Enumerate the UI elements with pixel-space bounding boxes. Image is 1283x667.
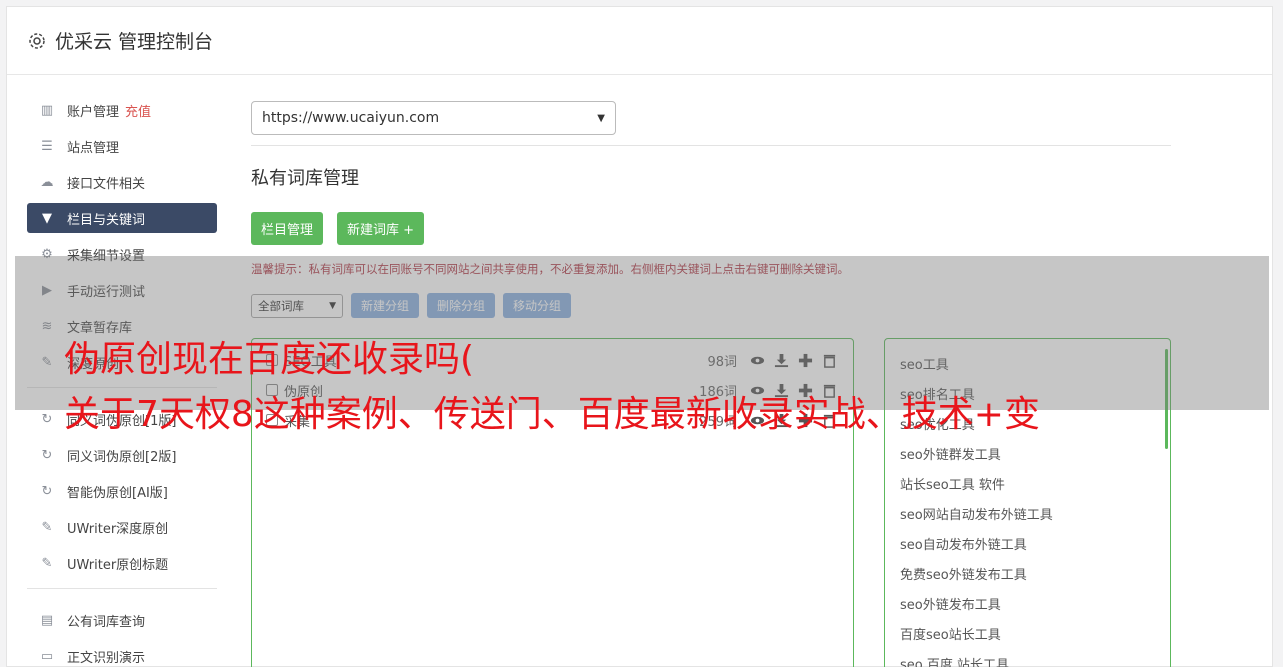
overlay-title-line2: 关于7天权8这种案例、传送门、百度最新收录实战、技术+变 [64,394,1040,435]
sidebar-item-uwriter-title[interactable]: ✎ UWriter原创标题 [27,548,217,578]
section-title: 私有词库管理 [251,168,359,189]
edit-icon: ✎ [41,555,53,571]
filter-icon: ▼ [42,210,52,226]
refresh-icon: ↻ [41,483,53,499]
gear-icon [29,32,45,49]
site-select-value: https://www.ucaiyun.com [262,110,440,126]
sidebar-item-columns-keywords[interactable]: ▼ 栏目与关键词 [27,203,217,233]
sidebar-item-sites[interactable]: ☰ 站点管理 [27,131,217,161]
columns-button[interactable]: 栏目管理 [251,212,324,245]
page-title: 优采云 管理控制台 [55,31,214,53]
sidebar-item-label: 站点管理 [67,140,120,156]
list-item[interactable]: seo外链发布工具 [885,588,1170,618]
sidebar-item-uwriter-deep[interactable]: ✎ UWriter深度原创 [27,512,217,542]
sidebar-item-label: 正文识别演示 [67,650,146,666]
sidebar-item-label: 公有词库查询 [67,614,146,630]
list-item[interactable]: 百度seo站长工具 [885,618,1170,648]
sidebar-item-label: 栏目与关键词 [67,212,146,228]
list-item[interactable]: seo自动发布外链工具 [885,528,1170,558]
sidebar-item-label: 同义词伪原创[2版] [67,449,177,465]
new-library-button[interactable]: 新建词库 + [337,212,425,245]
book-icon: ▤ [40,612,54,628]
sidebar-item-account[interactable]: ▥ 账户管理 充值 [27,95,217,125]
overlay-title: 伪原创现在百度还收录吗( 关于7天权8这种案例、传送门、百度最新收录实战、技术+… [64,332,1224,442]
list-item[interactable]: seo网站自动发布外链工具 [885,498,1170,528]
divider [251,145,1171,146]
sidebar-item-label: UWriter深度原创 [67,521,169,537]
edit-icon: ✎ [41,519,53,535]
list-item[interactable]: seo 百度 站长工具 [885,648,1170,667]
button-row: 栏目管理 新建词库 + [251,212,1171,245]
list-item[interactable]: 站长seo工具 软件 [885,468,1170,498]
header: 优采云 管理控制台 [7,7,1272,75]
sidebar-item-synonym-v2[interactable]: ↻ 同义词伪原创[2版] [27,440,217,470]
monitor-icon: ▭ [40,648,54,664]
server-icon: ☰ [41,138,53,154]
sidebar-item-label: UWriter原创标题 [67,557,169,573]
list-item[interactable]: seo外链群发工具 [885,438,1170,468]
overlay-title-line1: 伪原创现在百度还收录吗( [64,339,475,380]
sidebar-divider [27,588,217,589]
cloud-upload-icon: ☁ [40,174,54,190]
sidebar-item-label: 接口文件相关 [67,176,146,192]
list-item[interactable]: 免费seo外链发布工具 [885,558,1170,588]
bar-chart-icon: ▥ [40,102,54,118]
sidebar-item-public-lib[interactable]: ▤ 公有词库查询 [27,605,217,635]
refresh-icon: ↻ [41,447,53,463]
recharge-link[interactable]: 充值 [125,101,151,120]
chevron-down-icon: ▼ [597,112,605,124]
sidebar-item-ai-rewrite[interactable]: ↻ 智能伪原创[AI版] [27,476,217,506]
sidebar-item-text-recognition[interactable]: ▭ 正文识别演示 [27,641,217,667]
refresh-icon: ↻ [41,411,53,427]
sidebar-item-label: 智能伪原创[AI版] [67,485,168,501]
site-select[interactable]: https://www.ucaiyun.com ▼ [251,101,616,135]
sidebar-item-label: 账户管理 [67,104,120,120]
sidebar-item-interface-files[interactable]: ☁ 接口文件相关 [27,167,217,197]
